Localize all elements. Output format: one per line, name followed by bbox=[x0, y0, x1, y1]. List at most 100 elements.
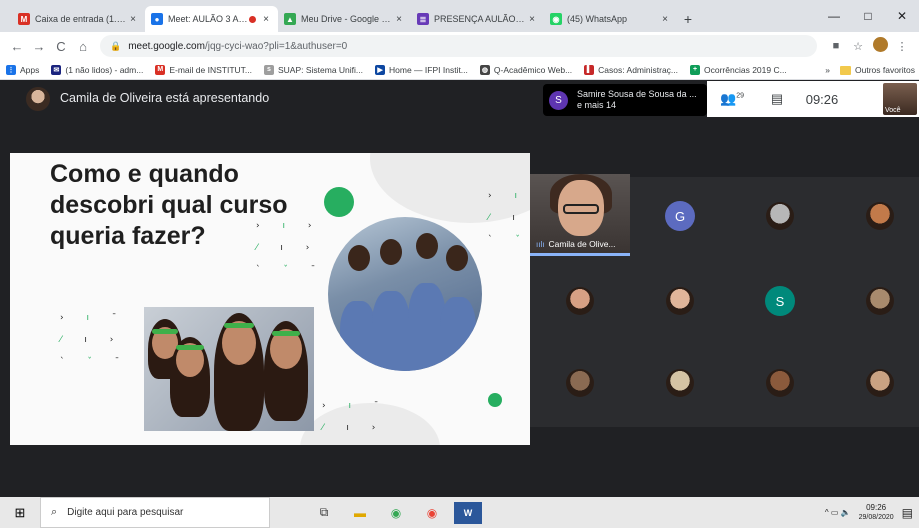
chat-button[interactable]: ▤ bbox=[757, 91, 797, 107]
clock-time: 09:26 bbox=[866, 502, 887, 512]
browser-tab[interactable]: ≣ PRESENÇA AULÃO 29.08 - Forr× bbox=[411, 6, 544, 32]
tab-title: Meet: AULÃO 3 ANO bbox=[168, 14, 249, 24]
close-window-button[interactable]: ✕ bbox=[885, 0, 919, 32]
meet-top-bar: Camila de Oliveira está apresentando S S… bbox=[0, 81, 919, 117]
close-tab-icon[interactable]: × bbox=[393, 14, 405, 25]
participant-tile[interactable] bbox=[560, 281, 600, 321]
reload-button[interactable]: C bbox=[50, 39, 72, 54]
maximize-button[interactable]: □ bbox=[851, 0, 885, 32]
address-bar[interactable]: 🔒 meet.google.com/jqg-cyci-wao?pli=1&aut… bbox=[100, 35, 817, 57]
meeting-time: 09:26 bbox=[805, 91, 839, 107]
tab-title: PRESENÇA AULÃO 29.08 - Forr bbox=[434, 14, 526, 24]
dash-marks-decoration: › ı ˉ ⁄ ı › bbox=[322, 401, 389, 433]
browser-tab[interactable]: M Caixa de entrada (1.296) - jess× bbox=[12, 6, 145, 32]
bookmark-item[interactable]: ⋮⋮⋮ Apps bbox=[1, 64, 40, 75]
window-controls: — □ ✕ bbox=[817, 0, 919, 32]
participant-tile[interactable] bbox=[860, 363, 900, 403]
participant-tile[interactable]: G bbox=[660, 196, 700, 236]
close-tab-icon[interactable]: × bbox=[127, 14, 139, 25]
participant-tile[interactable] bbox=[860, 196, 900, 236]
bookmark-item[interactable]: ✉ (1 não lidos) - adm... bbox=[51, 64, 144, 75]
speaker-name-line2: e mais 14 bbox=[577, 100, 617, 110]
participant-tile[interactable] bbox=[660, 363, 700, 403]
people-button[interactable]: 👥29 bbox=[707, 91, 757, 107]
home-button[interactable]: ⌂ bbox=[72, 39, 94, 54]
participant-tile[interactable] bbox=[660, 281, 700, 321]
self-view-thumbnail[interactable]: Você bbox=[883, 83, 917, 115]
other-bookmarks[interactable]: Outros favoritos bbox=[855, 65, 915, 75]
participant-photo-avatar bbox=[666, 287, 694, 315]
browser-tab-strip: MCaixa de entrada (1.296) - jess×●Meet: … bbox=[0, 0, 919, 32]
forms-icon: ≣ bbox=[417, 13, 429, 25]
bookmark-label: E-mail de INSTITUT... bbox=[169, 64, 252, 75]
presenting-label: Camila de Oliveira está apresentando bbox=[60, 91, 270, 105]
chrome-icon[interactable]: ◉ bbox=[382, 502, 410, 524]
bookmark-item[interactable]: M E-mail de INSTITUT... bbox=[155, 64, 252, 75]
bookmark-label: (1 não lidos) - adm... bbox=[65, 64, 144, 75]
participant-tile[interactable]: S bbox=[760, 281, 800, 321]
people-count: 29 bbox=[736, 92, 744, 100]
notifications-icon[interactable]: ▤ bbox=[902, 506, 913, 520]
bookmark-label: Casos: Administraç... bbox=[598, 64, 679, 75]
bookmark-item[interactable]: + Ocorrências 2019 C... bbox=[690, 64, 787, 75]
meet-controls: 👥29 ▤ 09:26 Você bbox=[707, 81, 919, 117]
gmail-icon: M bbox=[18, 13, 30, 25]
word-icon[interactable]: W bbox=[454, 501, 482, 524]
globe-icon: ◍ bbox=[479, 64, 490, 75]
participant-tile[interactable] bbox=[760, 196, 800, 236]
bookmark-item[interactable]: s SUAP: Sistema Unifi... bbox=[263, 64, 363, 75]
meet-stage: Camila de Oliveira está apresentando S S… bbox=[0, 81, 919, 497]
browser-tab[interactable]: ◉ (45) WhatsApp × bbox=[544, 6, 677, 32]
taskbar-apps: ⧉ ▬ ◉ ◉ W bbox=[310, 501, 490, 524]
speaker-name-line1: Samire Sousa de Sousa da ... bbox=[577, 89, 697, 99]
bookmark-item[interactable]: ◍ Q-Acadêmico Web... bbox=[479, 64, 572, 75]
minimize-button[interactable]: — bbox=[817, 0, 851, 32]
participant-photo-avatar bbox=[566, 369, 594, 397]
file-explorer-icon[interactable]: ▬ bbox=[346, 502, 374, 524]
browser-tab[interactable]: ● Meet: AULÃO 3 ANO × bbox=[145, 6, 278, 32]
clock[interactable]: 09:26 29/08/2020 bbox=[859, 503, 894, 523]
profile-avatar[interactable] bbox=[869, 37, 891, 55]
folder-icon bbox=[840, 65, 851, 75]
forward-button[interactable]: → bbox=[28, 39, 50, 54]
tray-icons[interactable]: ^ ▭ 🔈 bbox=[825, 508, 851, 517]
bookmark-item[interactable]: ▌ Casos: Administraç... bbox=[584, 64, 679, 75]
participant-tile[interactable] bbox=[560, 363, 600, 403]
windows-start-icon[interactable]: ⊞ bbox=[0, 505, 40, 521]
bookmarks-more-button[interactable]: » bbox=[825, 65, 830, 75]
participant-initial-avatar: S bbox=[765, 286, 795, 316]
close-tab-icon[interactable]: × bbox=[260, 14, 272, 25]
taskbar-search[interactable]: ⌕ Digite aqui para pesquisar bbox=[40, 497, 270, 528]
close-tab-icon[interactable]: × bbox=[526, 14, 538, 25]
back-button[interactable]: ← bbox=[6, 39, 28, 54]
green-dot-decoration bbox=[488, 393, 502, 407]
task-view-icon[interactable]: ⧉ bbox=[310, 502, 338, 524]
new-tab-button[interactable]: + bbox=[677, 6, 699, 32]
windows-taskbar: ⊞ ⌕ Digite aqui para pesquisar ⧉ ▬ ◉ ◉ W… bbox=[0, 497, 919, 528]
bookmark-label: Ocorrências 2019 C... bbox=[704, 64, 787, 75]
audio-indicator-icon: ıılı bbox=[536, 240, 545, 249]
url-host: meet.google.com bbox=[128, 40, 205, 52]
bookmark-item[interactable]: ▶ Home — IFPI Instit... bbox=[375, 64, 468, 75]
presenter-tile-label: Camila de Olive... bbox=[548, 239, 616, 249]
system-tray: ^ ▭ 🔈 09:26 29/08/2020 ▤ bbox=[825, 497, 913, 528]
active-speaker-chip[interactable]: S Samire Sousa de Sousa da ... e mais 14 bbox=[543, 84, 707, 116]
cases-icon: ▌ bbox=[584, 64, 595, 75]
search-icon: ⌕ bbox=[51, 506, 58, 518]
bookmark-label: Apps bbox=[20, 64, 40, 75]
menu-icon[interactable]: ⋮ bbox=[891, 40, 913, 53]
close-tab-icon[interactable]: × bbox=[659, 14, 671, 25]
bookmark-label: Home — IFPI Instit... bbox=[389, 64, 468, 75]
presenter-tile[interactable]: ıılı Camila de Olive... bbox=[530, 174, 630, 256]
search-placeholder: Digite aqui para pesquisar bbox=[67, 507, 184, 518]
cast-icon[interactable]: ■ bbox=[825, 40, 847, 52]
browser-tab[interactable]: ▲ Meu Drive - Google Drive × bbox=[278, 6, 411, 32]
selfie-photo bbox=[144, 307, 314, 431]
participant-tile[interactable] bbox=[760, 363, 800, 403]
chrome-profile-icon[interactable]: ◉ bbox=[418, 502, 446, 524]
presentation-slide: Como e quando descobri qual curso queria… bbox=[10, 153, 530, 445]
participant-photo-avatar bbox=[866, 369, 894, 397]
star-icon[interactable]: ☆ bbox=[847, 40, 869, 53]
tab-title: (45) WhatsApp bbox=[567, 14, 628, 24]
participant-tile[interactable] bbox=[860, 281, 900, 321]
